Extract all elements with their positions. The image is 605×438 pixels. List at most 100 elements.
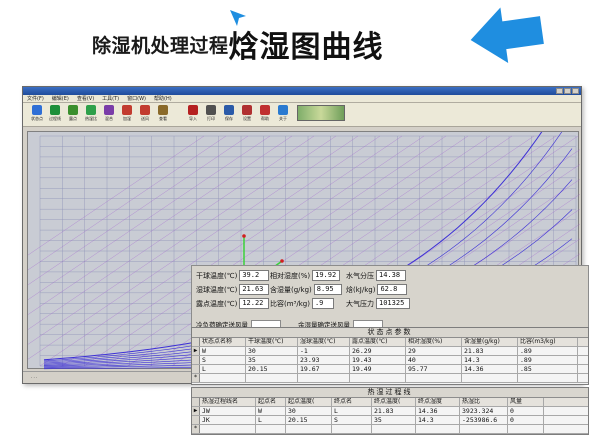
table-cell[interactable] [200,374,246,382]
atm-pressure-field[interactable]: 101325 [376,298,410,309]
table-cell[interactable]: L [332,407,372,415]
table-cell[interactable]: 0 [508,416,544,424]
enthalpy-field[interactable]: 62.8 [377,284,408,295]
toolbar-button-about[interactable]: 关于 [275,105,291,122]
table-cell[interactable]: 19.49 [350,365,406,373]
column-header[interactable]: 热湿比 [460,398,508,406]
column-header[interactable]: 热湿过程线名 [200,398,256,406]
table-row[interactable]: S 35 23.93 19.43 40 14.3.89 [192,356,588,365]
table-cell[interactable] [332,425,372,433]
row-indicator[interactable] [192,416,200,424]
row-indicator[interactable]: * [192,425,200,433]
table-cell[interactable]: 26.29 [350,347,406,355]
toolbar-button-settings[interactable]: 设置 [239,105,255,122]
close-button[interactable] [572,88,579,94]
table-cell[interactable]: L [200,365,246,373]
table-cell[interactable]: -1 [298,347,350,355]
toolbar-button-import[interactable]: 导入 [185,105,201,122]
table-cell[interactable]: .89 [518,347,578,355]
toolbar-button-save[interactable]: 保存 [221,105,237,122]
row-indicator[interactable] [192,365,200,373]
table-cell[interactable]: 95.77 [406,365,462,373]
toolbar-button-view[interactable]: 查看 [155,105,171,122]
table-cell[interactable] [462,374,518,382]
table-cell[interactable]: W [200,347,246,355]
maximize-button[interactable] [564,88,571,94]
column-header[interactable]: 湿球温度(℃) [298,338,350,346]
table-cell[interactable]: 23.93 [298,356,350,364]
table-cell[interactable]: 14.36 [416,407,460,415]
table-cell[interactable] [416,425,460,433]
table-cell[interactable] [518,374,578,382]
column-header[interactable]: 终点温度( [372,398,416,406]
table-cell[interactable]: .85 [518,365,578,373]
table-cell[interactable]: 14.36 [462,365,518,373]
toolbar-button-dew[interactable]: 露点 [65,105,81,122]
column-header[interactable]: 起点温度( [286,398,332,406]
column-header[interactable]: 相对湿度(%) [406,338,462,346]
column-header[interactable]: 干球温度(℃) [246,338,298,346]
dew-point-field[interactable]: 12.22 [239,298,270,309]
toolbar-button-humid[interactable]: 加湿 [119,105,135,122]
column-header[interactable]: 状态点名称 [200,338,246,346]
table-cell[interactable]: 14.3 [416,416,460,424]
table-cell[interactable]: 29 [406,347,462,355]
menu-item[interactable]: 文件(F) [27,95,44,102]
table-cell[interactable]: 0 [508,407,544,415]
column-header[interactable]: 终点名 [332,398,372,406]
table-cell[interactable]: L [256,416,286,424]
toolbar-button-mix[interactable]: 混合 [101,105,117,122]
table-cell[interactable]: 3923.324 [460,407,508,415]
table-cell[interactable] [406,374,462,382]
table-cell[interactable] [286,425,332,433]
table-cell[interactable]: 35 [246,356,298,364]
table-cell[interactable] [256,425,286,433]
vapor-pressure-field[interactable]: 14.38 [376,270,406,281]
menu-item[interactable]: 工具(T) [102,95,119,102]
row-indicator[interactable]: * [192,374,200,382]
table-cell[interactable] [298,374,350,382]
spec-volume-field[interactable]: .9 [311,298,334,309]
table-cell[interactable]: JK [200,416,256,424]
dry-bulb-field[interactable]: 39.2 [239,270,270,281]
rel-humidity-field[interactable]: 19.92 [312,270,341,281]
table-cell[interactable]: 20.15 [246,365,298,373]
toolbar-button-ratio[interactable]: 热湿比 [83,105,99,122]
column-header[interactable]: 含湿量(g/kg) [462,338,518,346]
row-indicator[interactable]: ▶ [192,347,200,355]
table-cell[interactable]: 35 [372,416,416,424]
menu-item[interactable]: 编辑(E) [52,95,69,102]
table-cell[interactable]: 19.67 [298,365,350,373]
table-row[interactable]: ▶ JW W 30 L 21.83 14.36 3923.324 0 [192,407,588,416]
column-header[interactable]: 起点名 [256,398,286,406]
table-cell[interactable]: 30 [286,407,332,415]
wet-bulb-field[interactable]: 21.63 [239,284,270,295]
table-cell[interactable]: 21.83 [462,347,518,355]
table-cell[interactable] [200,425,256,433]
table-cell[interactable] [508,425,544,433]
column-header[interactable]: 比容(m3/kg) [518,338,578,346]
table-cell[interactable]: W [256,407,286,415]
table-row[interactable]: L 20.15 19.67 19.49 95.77 14.36.85 [192,365,588,374]
minimize-button[interactable] [556,88,563,94]
toolbar-button-fan[interactable]: 送风 [137,105,153,122]
table-cell[interactable]: S [332,416,372,424]
table-cell[interactable]: 20.15 [286,416,332,424]
table-cell[interactable]: 30 [246,347,298,355]
table-cell[interactable]: 19.43 [350,356,406,364]
table-cell[interactable]: 21.83 [372,407,416,415]
table-cell[interactable] [372,425,416,433]
column-header[interactable]: 风量 [508,398,544,406]
toolbar-button-help[interactable]: 帮助 [257,105,273,122]
table-row[interactable]: ▶ W 30 -1 26.29 29 21.83.89 [192,347,588,356]
menu-item[interactable]: 窗口(W) [127,95,146,102]
table-cell[interactable]: -253986.6 [460,416,508,424]
toolbar-button-print[interactable]: 打印 [203,105,219,122]
table-cell[interactable]: .89 [518,356,578,364]
table-row[interactable]: JK L 20.15 S 35 14.3 -253986.6 0 [192,416,588,425]
column-header[interactable]: 露点温度(℃) [350,338,406,346]
table-row[interactable]: * [192,425,588,434]
toolbar-button-line[interactable]: 过程线 [47,105,63,122]
row-indicator[interactable] [192,356,200,364]
table-cell[interactable]: S [200,356,246,364]
